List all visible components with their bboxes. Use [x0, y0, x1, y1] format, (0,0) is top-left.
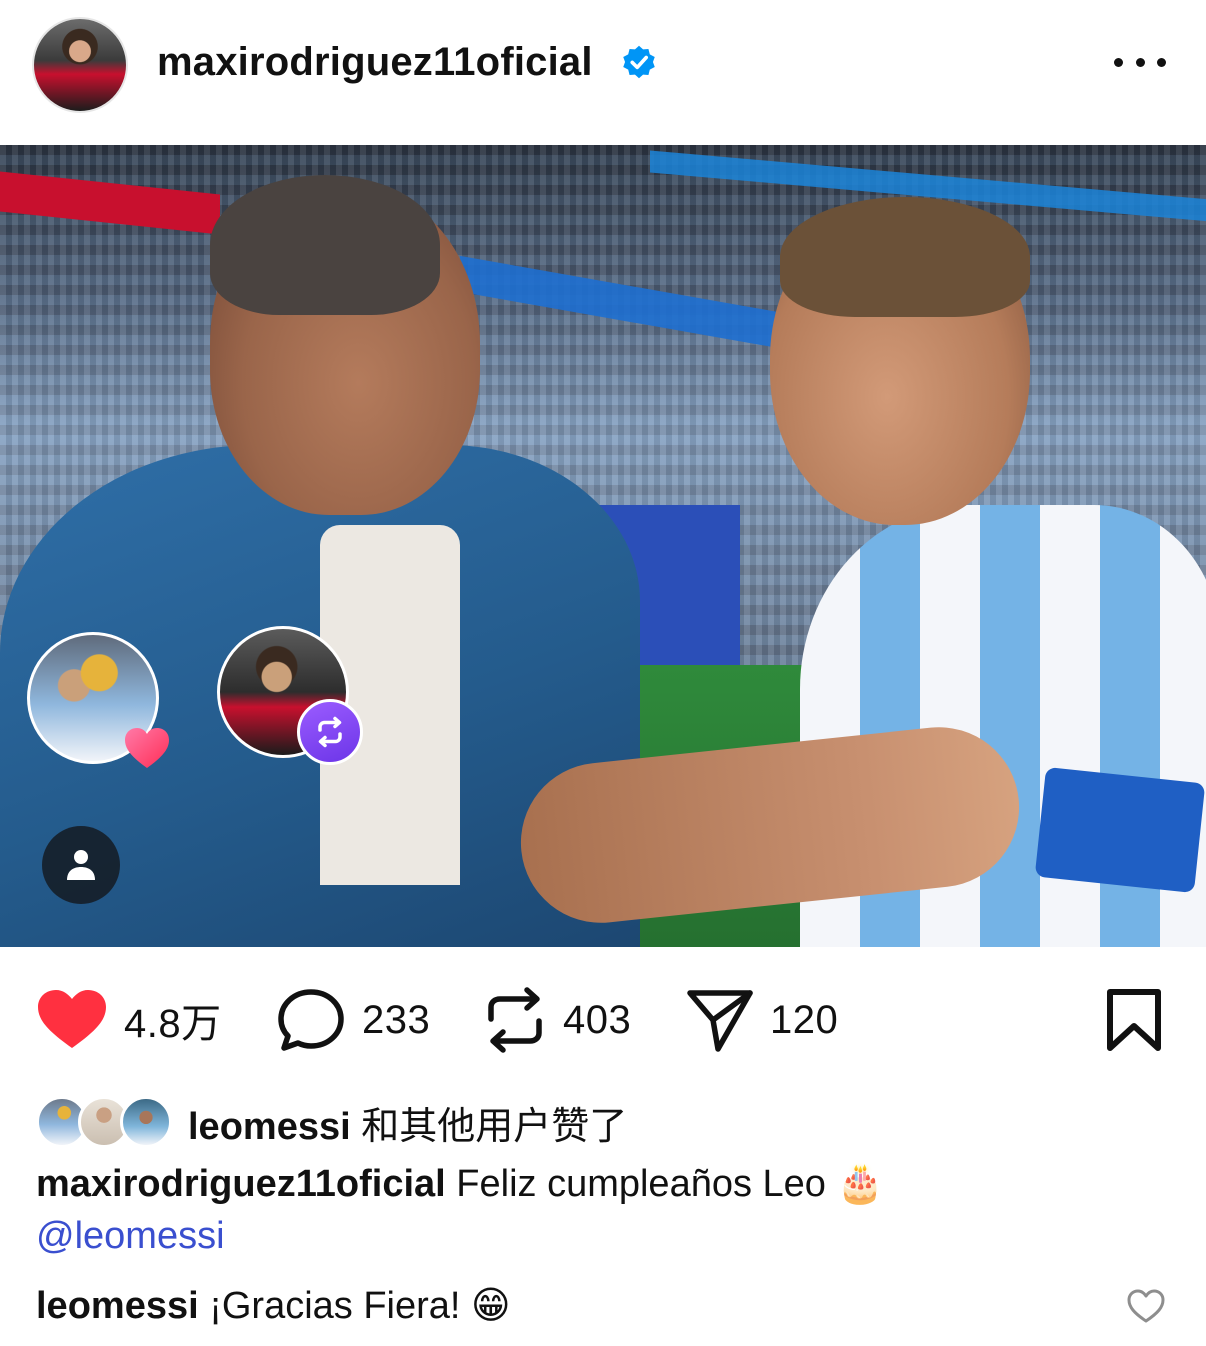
post-header: maxirodriguez11oficial: [0, 0, 1206, 130]
repost-badge[interactable]: [297, 699, 363, 765]
comment-author[interactable]: leomessi: [36, 1285, 199, 1327]
share-button[interactable]: 120: [686, 978, 838, 1062]
liked-by-text: leomessi 和其他用户赞了: [188, 1105, 628, 1148]
comment-button[interactable]: 233: [276, 978, 430, 1062]
repost-icon: [488, 987, 542, 1053]
top-comment: leomessi ¡Gracias Fiera! 😁: [36, 1280, 1116, 1332]
repost-button[interactable]: 403: [483, 978, 631, 1062]
send-icon: [687, 990, 753, 1052]
caption-mention-link[interactable]: @leomessi: [36, 1210, 1176, 1262]
bookmark-icon[interactable]: [1104, 988, 1164, 1052]
liker-avatar: [120, 1096, 172, 1148]
post-caption: maxirodriguez11oficial Feliz cumpleaños …: [36, 1158, 1176, 1262]
comment-like-heart-icon[interactable]: [1126, 1288, 1166, 1324]
more-options-button[interactable]: [1114, 44, 1166, 80]
like-count: 4.8万: [124, 1002, 222, 1046]
repost-icon: [318, 716, 342, 748]
person-icon: [67, 850, 95, 880]
captain-armband: [1034, 766, 1206, 894]
repost-count: 403: [563, 997, 632, 1042]
liked-by-row[interactable]: leomessi 和其他用户赞了: [36, 1092, 627, 1152]
like-button[interactable]: 4.8万: [36, 978, 222, 1062]
caption-text: Feliz cumpleaños Leo 🎂: [445, 1163, 884, 1205]
post-photo[interactable]: [0, 145, 1206, 947]
more-horizontal-icon: [1114, 57, 1123, 67]
heart-icon: [125, 728, 169, 768]
comment-icon: [278, 989, 344, 1051]
liked-by-user[interactable]: leomessi: [188, 1106, 351, 1148]
action-bar: 4.8万 233 403 120: [0, 978, 1206, 1062]
comment-count: 233: [362, 997, 431, 1042]
caption-author[interactable]: maxirodriguez11oficial: [36, 1163, 446, 1205]
author-username[interactable]: maxirodriguez11oficial: [157, 40, 593, 85]
verified-badge-icon: [623, 45, 655, 79]
author-avatar[interactable]: [32, 17, 128, 113]
tagged-people-button[interactable]: [42, 826, 120, 904]
comment-text: ¡Gracias Fiera! 😁: [198, 1285, 511, 1327]
share-count: 120: [770, 997, 839, 1042]
heart-filled-icon: [38, 990, 106, 1048]
